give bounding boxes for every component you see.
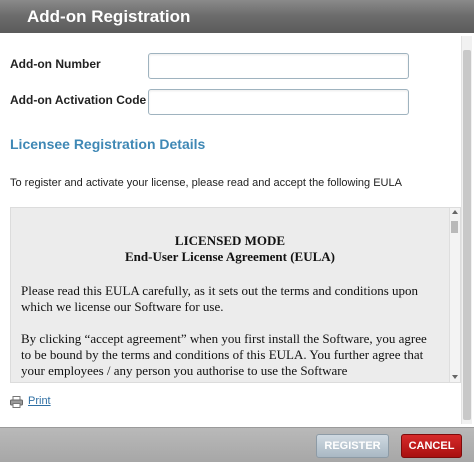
eula-scrollbar-thumb[interactable]: [451, 221, 458, 233]
eula-paragraph-2: By clicking “accept agreement” when you …: [21, 331, 427, 378]
print-link[interactable]: Print: [10, 395, 51, 408]
dialog-title: Add-on Registration: [27, 7, 191, 26]
dialog-titlebar[interactable]: Add-on Registration: [0, 0, 474, 33]
eula-title-mode: LICENSED MODE: [174, 233, 286, 248]
eula-paragraph-1: Please read this EULA carefully, as it s…: [21, 283, 419, 314]
scroll-down-arrow-icon[interactable]: [452, 375, 458, 379]
addon-number-input[interactable]: [148, 53, 409, 79]
content-scrollbar-thumb[interactable]: [463, 50, 471, 420]
eula-panel[interactable]: LICENSED MODE End-User License Agreement…: [10, 207, 461, 383]
scroll-up-arrow-icon[interactable]: [452, 210, 458, 214]
activation-code-input[interactable]: [148, 89, 409, 115]
activation-code-label: Add-on Activation Code: [10, 93, 147, 107]
addon-registration-dialog: Add-on Registration Add-on Number Add-on…: [0, 0, 474, 462]
licensee-registration-heading: Licensee Registration Details: [10, 136, 206, 152]
eula-scrollbar[interactable]: [449, 208, 460, 382]
dialog-footer: REGISTER CANCEL: [0, 427, 474, 462]
addon-number-label: Add-on Number: [10, 57, 101, 71]
cancel-button[interactable]: CANCEL: [401, 434, 462, 458]
print-link-label[interactable]: Print: [28, 395, 51, 407]
eula-intro-text: To register and activate your license, p…: [10, 177, 402, 189]
eula-content: LICENSED MODE End-User License Agreement…: [11, 208, 449, 382]
eula-title-agreement: End-User License Agreement (EULA): [124, 249, 336, 264]
printer-icon: [10, 395, 23, 408]
register-button[interactable]: REGISTER: [316, 434, 389, 458]
